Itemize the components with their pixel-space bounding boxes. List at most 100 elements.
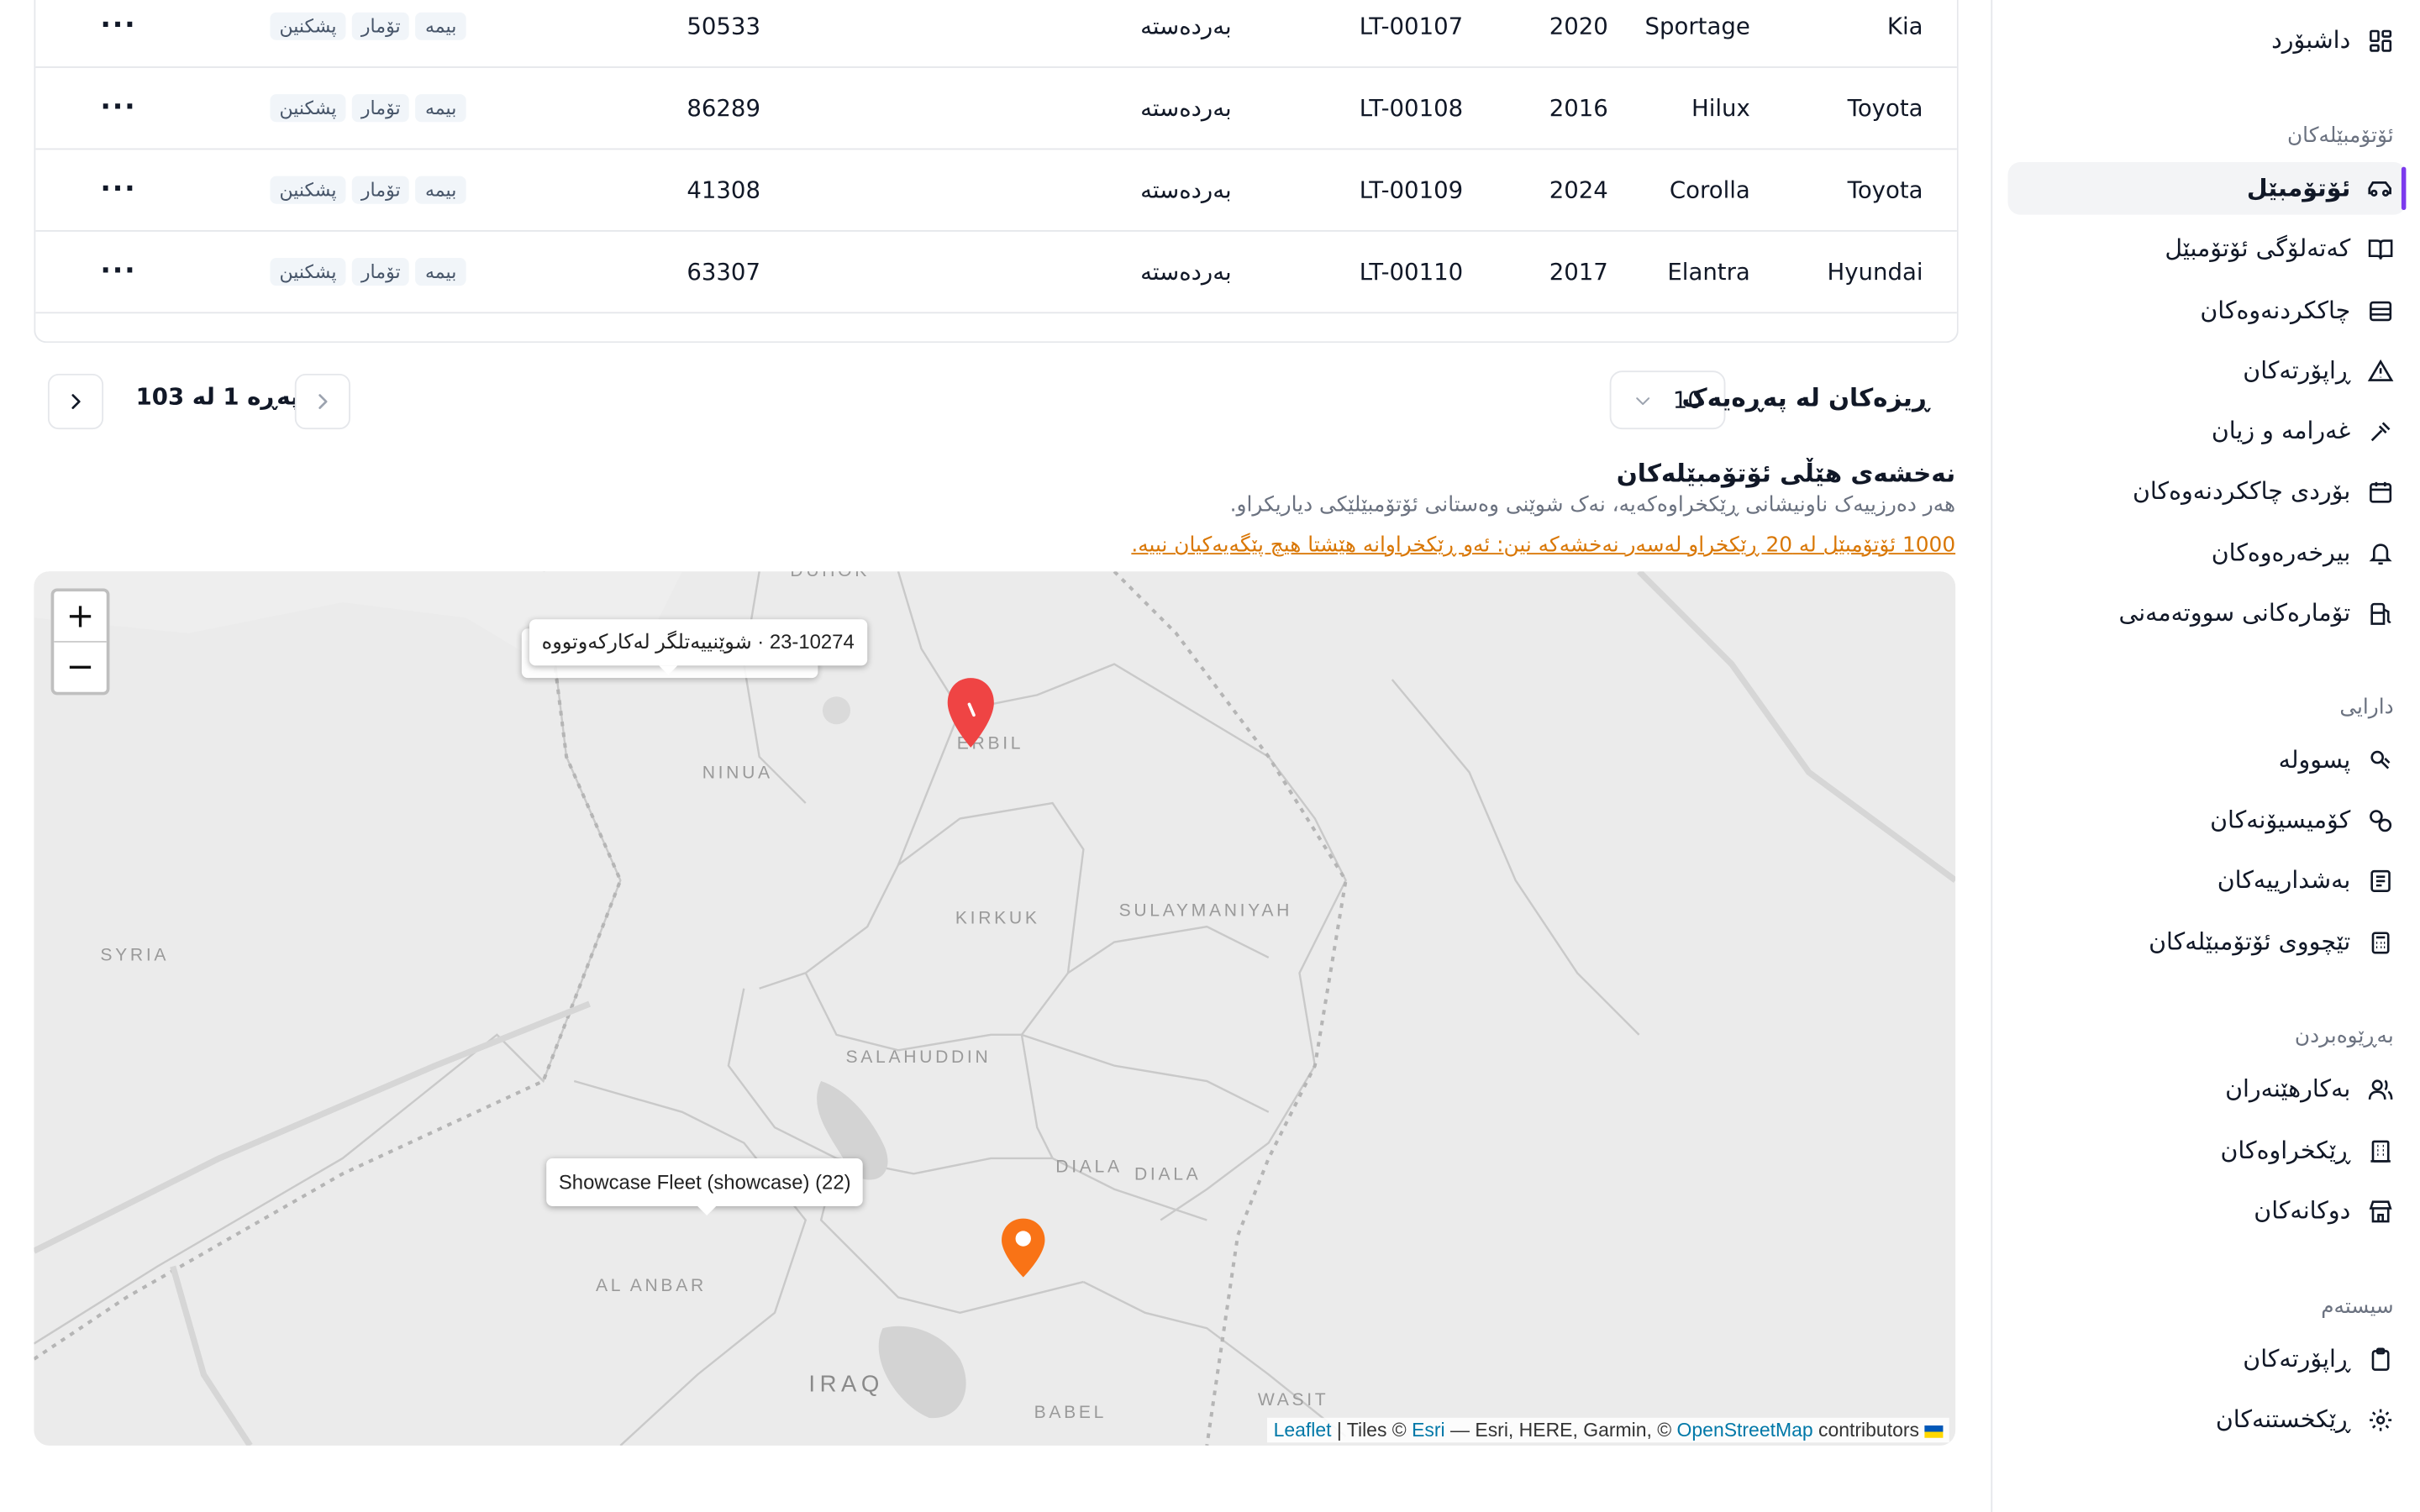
sidebar-item-label: دوکانەکان [2254,1196,2351,1226]
tag-inspection: پشکنین [270,257,346,286]
cell-plate: LT-00110 [1359,257,1464,286]
sidebar-section-system: سیستەم [2321,1294,2394,1320]
page-indicator: پەڕە 1 لە 103 [135,382,300,412]
bell-icon [2368,543,2391,564]
cell-model: Hilux [1691,93,1750,122]
map-label-babel: BABEL [1034,1404,1107,1423]
table-row[interactable]: Kia Sportage 2020 LT-00107 بەردەستە 5053… [35,0,1957,68]
cell-make: Kia [1886,11,1923,39]
attribution-suffix: contributors [1812,1419,1919,1441]
table-row[interactable]: Hyundai Elantra 2017 LT-00110 بەردەستە 6… [35,230,1957,314]
cell-mileage: 41308 [687,175,760,203]
tag-registration: تۆمار [351,93,410,122]
sidebar-item-fines[interactable]: غەرامە و زیان [2212,405,2394,458]
sidebar-item-reminders[interactable]: بیرخەرەوەکان [2212,527,2394,580]
osm-link[interactable]: OpenStreetMap [1677,1420,1813,1441]
sidebar-item-organizations[interactable]: ڕێکخراوەکان [2220,1125,2393,1178]
cell-status: بەردەستە [1140,93,1232,122]
prev-page-button[interactable] [294,373,350,430]
sidebar-item-vehicle-costs[interactable]: تێچووی ئۆتۆمبێلەکان [2149,916,2394,969]
sidebar-item-label: ئۆتۆمبێل [2246,174,2351,202]
sidebar-item-label: بەکارهێنەران [2225,1074,2351,1103]
cell-mileage: 63307 [687,257,760,286]
chevron-down-icon [1636,396,1650,405]
link-icon [2369,809,2391,832]
tag-insurance: بیمە [415,257,466,286]
sidebar-item-label: چاککردنەوەکان [2200,297,2351,325]
users-icon [2367,1079,2392,1100]
sidebar-item-reports[interactable]: ڕاپۆرتەکان [2243,344,2393,397]
sidebar-item-vehicles[interactable]: ئۆتۆمبێل [2007,162,2407,215]
sidebar-item-label: تێچووی ئۆتۆمبێلەکان [2149,927,2351,957]
cell-status: بەردەستە [1140,257,1232,286]
zoom-control: + − [50,588,110,696]
cell-plate: LT-00109 [1359,175,1464,203]
cell-model: Corolla [1669,175,1750,203]
sidebar-item-commissions[interactable]: کۆمیسیۆنەکان [2210,794,2394,847]
map-label-iraq: IRAQ [808,1371,884,1398]
book-open-icon [2367,239,2392,259]
cell-make: Toyota [1847,93,1923,122]
map-label-al-anbar: AL ANBAR [595,1277,707,1296]
cell-status: بەردەستە [1140,11,1232,39]
fleet-map[interactable]: DUHOK ERBIL NINUA SYRIA KIRKUK SULAYMANI… [34,571,1956,1446]
cell-make: Toyota [1847,175,1923,203]
attribution-middle: — Esri, HERE, Garmin, © [1444,1419,1677,1441]
map-attribution: Leaflet | Tiles © Esri — Esri, HERE, Gar… [1267,1417,1949,1443]
tag-inspection: پشکنین [270,175,346,203]
table-row[interactable]: Toyota Corolla 2024 LT-00109 بەردەستە 41… [35,149,1957,232]
sidebar-item-users[interactable]: بەکارهێنەران [2225,1063,2394,1116]
sidebar-item-label: کەتەلۆگی ئۆتۆمبێل [2165,234,2351,263]
sidebar-item-settings[interactable]: ڕێکخستنەکان [2216,1393,2394,1446]
map-label-diala: DIALA [1055,1158,1123,1178]
vehicles-table: Kia Sportage 2020 LT-00107 بەردەستە 5053… [34,0,1959,344]
sidebar-item-system-reports[interactable]: ڕاپۆرتەکان [2243,1333,2393,1386]
cell-documents: پشکنین تۆمار بیمە [270,149,471,230]
cell-year: 2017 [1549,257,1608,286]
calendar-icon [2369,480,2391,502]
leaflet-link[interactable]: Leaflet [1274,1420,1332,1441]
sidebar-item-maintenance-board[interactable]: بۆردی چاککردنەوەکان [2133,465,2394,517]
map-label-sulaymaniyah: SULAYMANIYAH [1118,901,1293,921]
map-popup-vehicle[interactable]: 23-10274 · شوێنییەتلگر لەکارکەوتووە [529,619,867,675]
cell-documents: پشکنین تۆمار بیمە [270,0,471,66]
sidebar-item-fuel[interactable]: تۆمارەکانی سووتەمەنی [2118,587,2393,640]
zoom-out-button[interactable]: − [54,641,107,692]
cell-mileage: 86289 [687,93,760,122]
sidebar-section-finance: دارایی [2339,695,2394,720]
sidebar-item-label: بۆردی چاککردنەوەکان [2132,477,2351,506]
map-popup-fleet[interactable]: Showcase Fleet (showcase) (22) [546,1158,864,1215]
sidebar-item-catalog[interactable]: کەتەلۆگی ئۆتۆمبێل [2165,223,2393,276]
coins-icon [2370,749,2390,769]
cell-make: Hyundai [1827,257,1923,286]
fuel-icon [2370,601,2391,624]
tag-registration: تۆمار [351,257,410,286]
map-label-syria: SYRIA [100,947,170,966]
esri-link[interactable]: Esri [1412,1420,1445,1441]
sidebar-item-maintenance[interactable]: چاککردنەوەکان [2200,284,2393,337]
calculator-icon [2370,931,2389,953]
sidebar-item-receipts[interactable]: پسوولە [2279,733,2394,786]
sidebar-item-dashboard[interactable]: داشبۆرد [2271,14,2394,67]
zoom-in-button[interactable]: + [54,591,106,641]
sidebar-item-label: تۆمارەکانی سووتەمەنی [2118,599,2351,627]
table-row[interactable]: Toyota Hilux 2016 LT-00108 بەردەستە 8628… [35,66,1957,150]
map-pin-orange-icon[interactable] [1000,1217,1046,1279]
sidebar-item-shops[interactable]: دوکانەکان [2254,1184,2393,1237]
tag-insurance: بیمە [415,175,466,203]
sidebar-item-shares[interactable]: بەشدارییەکان [2217,854,2394,907]
map-label-wasit: WASIT [1257,1391,1329,1410]
next-page-button[interactable] [47,373,104,430]
map-warning-link[interactable]: 1000 ئۆتۆمبێل لە 20 ڕێکخراو لەسەر نەخشەک… [1131,533,1955,557]
cell-status: بەردەستە [1140,175,1232,203]
more-horizontal-icon[interactable]: ··· [100,0,136,66]
more-horizontal-icon[interactable]: ··· [100,149,136,230]
more-horizontal-icon[interactable]: ··· [100,66,136,148]
page: Kia Sportage 2020 LT-00107 بەردەستە 5053… [0,0,2420,1512]
more-horizontal-icon[interactable]: ··· [100,230,136,312]
tag-inspection: پشکنین [270,93,346,122]
cell-model: Sportage [1644,11,1750,39]
map-pin-red-icon[interactable] [944,676,997,750]
tag-registration: تۆمار [351,11,410,39]
map-label-kirkuk: KIRKUK [955,909,1040,928]
